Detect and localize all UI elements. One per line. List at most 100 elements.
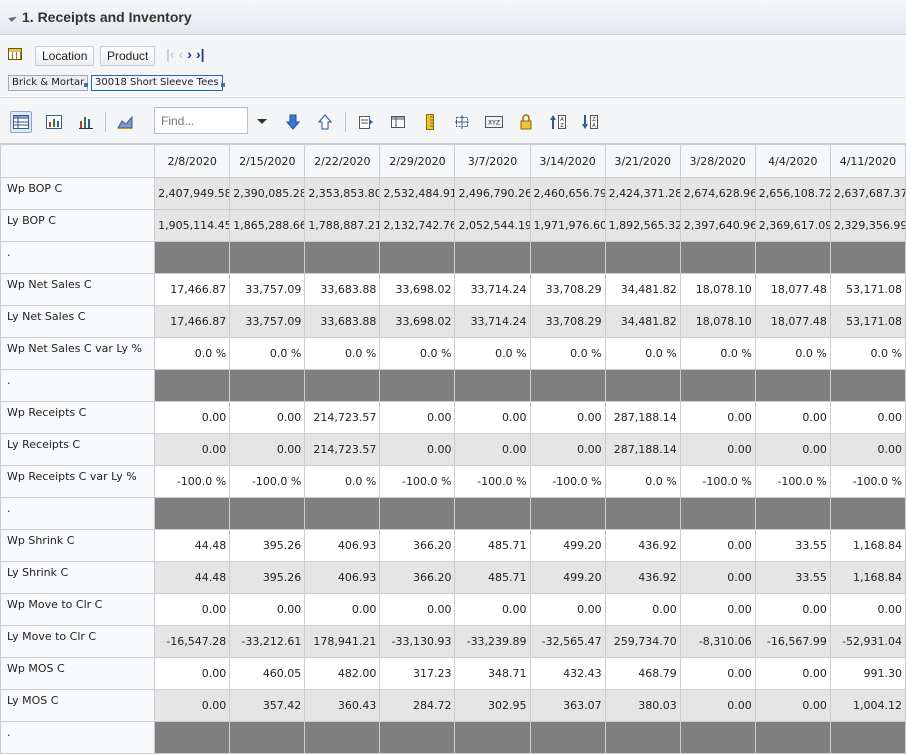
arrow-down-icon[interactable] — [282, 111, 304, 133]
data-cell[interactable]: 1,168.84 — [830, 529, 906, 562]
data-cell[interactable]: 2,674,628.96 — [680, 177, 756, 210]
data-cell[interactable]: -33,212.61 — [229, 625, 306, 658]
data-cell[interactable]: 0.00 — [680, 593, 756, 626]
data-cell[interactable]: 1,865,288.66 — [229, 209, 306, 242]
data-cell[interactable]: -100.0 % — [830, 465, 906, 498]
data-cell[interactable]: 0.00 — [755, 401, 831, 434]
data-cell[interactable]: 0.00 — [605, 593, 681, 626]
data-cell[interactable]: 2,424,371.28 — [605, 177, 681, 210]
data-cell[interactable]: 0.0 % — [154, 337, 231, 370]
data-cell[interactable]: 0.0 % — [605, 337, 681, 370]
data-cell[interactable]: -52,931.04 — [830, 625, 906, 658]
data-cell[interactable]: 0.00 — [154, 433, 231, 466]
data-cell[interactable]: 2,656,108.72 — [755, 177, 831, 210]
arrow-up-icon[interactable] — [314, 111, 336, 133]
data-cell[interactable]: 0.0 % — [379, 337, 456, 370]
data-cell[interactable]: 1,168.84 — [830, 561, 906, 594]
data-cell[interactable]: 0.00 — [379, 401, 456, 434]
data-cell[interactable]: 214,723.57 — [304, 401, 381, 434]
collapse-triangle-icon[interactable] — [8, 12, 17, 22]
data-cell[interactable]: 33,683.88 — [304, 273, 381, 306]
data-cell[interactable]: 0.00 — [454, 593, 531, 626]
table-icon[interactable] — [8, 48, 22, 60]
data-cell[interactable]: 468.79 — [605, 657, 681, 690]
data-cell[interactable]: -33,130.93 — [379, 625, 456, 658]
data-cell[interactable]: 485.71 — [454, 529, 531, 562]
data-cell[interactable]: 460.05 — [229, 657, 306, 690]
data-cell[interactable]: 2,132,742.76 — [379, 209, 456, 242]
sort-descending-icon[interactable]: ZA — [579, 111, 601, 133]
data-cell[interactable]: 0.0 % — [530, 337, 606, 370]
data-cell[interactable]: 33,757.09 — [229, 273, 306, 306]
data-cell[interactable]: 17,466.87 — [154, 305, 231, 338]
data-cell[interactable]: 0.00 — [229, 401, 306, 434]
data-cell[interactable]: 34,481.82 — [605, 305, 681, 338]
data-cell[interactable]: 1,788,887.21 — [304, 209, 381, 242]
data-cell[interactable]: 485.71 — [454, 561, 531, 594]
data-cell[interactable]: 33,698.02 — [379, 305, 456, 338]
data-cell[interactable]: 287,188.14 — [605, 401, 681, 434]
data-cell[interactable]: 380.03 — [605, 689, 681, 722]
breadcrumb-product[interactable]: 30018 Short Sleeve Tees — [91, 75, 223, 91]
table-view-icon[interactable] — [10, 111, 32, 133]
area-chart-icon[interactable] — [114, 111, 136, 133]
data-cell[interactable]: 33,714.24 — [454, 273, 531, 306]
data-cell[interactable]: -100.0 % — [454, 465, 531, 498]
data-cell[interactable]: 178,941.21 — [304, 625, 381, 658]
data-cell[interactable]: 44.48 — [154, 561, 231, 594]
data-cell[interactable]: 33.55 — [755, 561, 831, 594]
data-cell[interactable]: 2,369,617.09 — [755, 209, 831, 242]
data-cell[interactable]: 33,757.09 — [229, 305, 306, 338]
data-cell[interactable]: 0.00 — [680, 529, 756, 562]
column-header[interactable]: 4/11/2020 — [830, 144, 906, 178]
data-cell[interactable]: 0.0 % — [304, 465, 381, 498]
data-cell[interactable]: 0.00 — [229, 433, 306, 466]
data-cell[interactable]: 18,078.10 — [680, 273, 756, 306]
data-cell[interactable]: 53,171.08 — [830, 305, 906, 338]
data-cell[interactable]: 0.00 — [680, 401, 756, 434]
data-cell[interactable]: 499.20 — [530, 561, 606, 594]
data-cell[interactable]: -16,567.99 — [755, 625, 831, 658]
data-cell[interactable]: 436.92 — [605, 529, 681, 562]
table-chart-view-icon[interactable] — [43, 111, 65, 133]
data-cell[interactable]: 2,052,544.19 — [454, 209, 531, 242]
data-cell[interactable]: 18,077.48 — [755, 273, 831, 306]
data-cell[interactable]: 302.95 — [454, 689, 531, 722]
data-cell[interactable]: 2,397,640.96 — [680, 209, 756, 242]
data-cell[interactable]: -100.0 % — [530, 465, 606, 498]
data-cell[interactable]: 348.71 — [454, 657, 531, 690]
data-cell[interactable]: 2,390,085.28 — [229, 177, 306, 210]
first-page-icon[interactable]: |‹ — [166, 46, 175, 62]
data-cell[interactable]: 259,734.70 — [605, 625, 681, 658]
find-dropdown-chevron-down-icon[interactable] — [257, 119, 267, 124]
last-page-icon[interactable]: ›| — [196, 46, 205, 62]
data-cell[interactable]: 0.0 % — [454, 337, 531, 370]
location-button[interactable]: Location — [35, 46, 95, 66]
data-cell[interactable]: 0.00 — [454, 433, 531, 466]
data-cell[interactable]: 0.00 — [154, 593, 231, 626]
data-cell[interactable]: 395.26 — [229, 529, 306, 562]
column-header[interactable]: 3/28/2020 — [680, 144, 756, 178]
data-cell[interactable]: 0.0 % — [680, 337, 756, 370]
xyz-icon[interactable]: XYZ — [483, 111, 505, 133]
column-header[interactable]: 4/4/2020 — [755, 144, 831, 178]
data-cell[interactable]: 287,188.14 — [605, 433, 681, 466]
export-icon[interactable] — [355, 111, 377, 133]
grid-settings-icon[interactable] — [387, 111, 409, 133]
data-cell[interactable]: 18,077.48 — [755, 305, 831, 338]
data-cell[interactable]: 2,496,790.26 — [454, 177, 531, 210]
data-cell[interactable]: 0.00 — [154, 657, 231, 690]
data-cell[interactable]: 44.48 — [154, 529, 231, 562]
data-cell[interactable]: 17,466.87 — [154, 273, 231, 306]
data-cell[interactable]: 2,353,853.80 — [304, 177, 381, 210]
data-cell[interactable]: 18,078.10 — [680, 305, 756, 338]
data-cell[interactable]: 432.43 — [530, 657, 606, 690]
data-cell[interactable]: 0.00 — [530, 401, 606, 434]
data-cell[interactable]: 360.43 — [304, 689, 381, 722]
data-cell[interactable]: -33,239.89 — [454, 625, 531, 658]
data-cell[interactable]: 214,723.57 — [304, 433, 381, 466]
data-cell[interactable]: 1,004.12 — [830, 689, 906, 722]
data-cell[interactable]: 0.00 — [680, 433, 756, 466]
find-input[interactable] — [154, 107, 248, 134]
split-view-icon[interactable] — [451, 111, 473, 133]
